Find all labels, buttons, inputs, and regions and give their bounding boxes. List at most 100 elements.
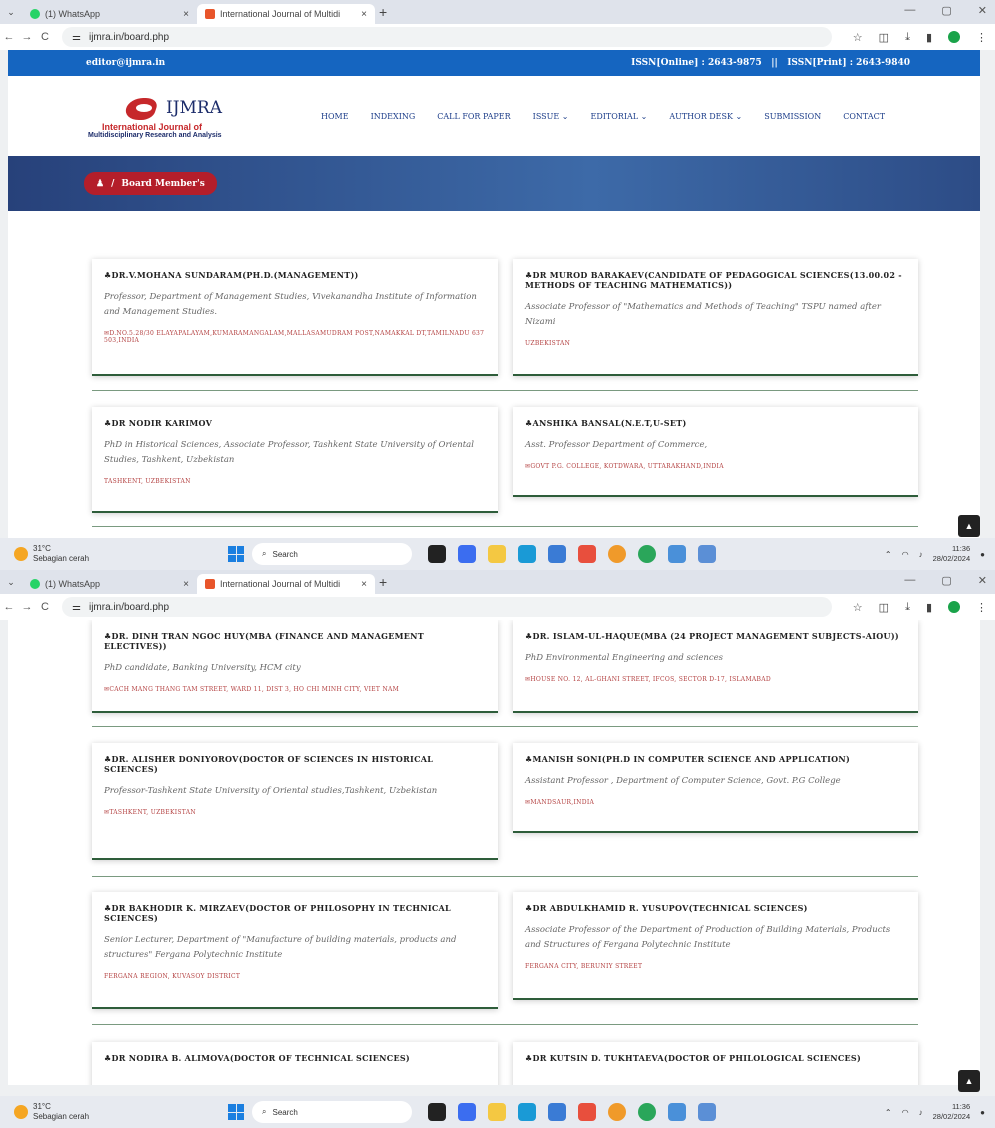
nav-editorial[interactable]: EDITORIAL ⌄ [590,112,647,121]
app-icon[interactable] [578,545,596,563]
close-icon[interactable]: × [183,9,189,20]
maximize-icon[interactable]: ▢ [941,574,951,587]
minimize-icon[interactable]: — [904,574,915,587]
new-tab-button[interactable]: + [379,4,387,20]
nav-submission[interactable]: SUBMISSION [764,112,821,121]
weather-widget[interactable]: 31°C Sebagian cerah [0,1102,200,1121]
row-divider [92,526,918,527]
store-icon[interactable] [548,545,566,563]
windows-start-icon[interactable] [228,546,244,562]
extensions-icon[interactable]: ◫ [879,601,889,614]
nav-call-for-paper[interactable]: CALL FOR PAPER [437,112,510,121]
site-info-icon[interactable]: ⚌ [72,602,81,613]
tray-chevron-icon[interactable]: ⌃ [885,1108,892,1117]
member-name: ♣Dr. Dinh Tran Ngoc Huy(MBA (Finance and… [104,631,425,651]
profile-icon[interactable] [948,31,960,43]
app-icon[interactable] [698,545,716,563]
edge-icon[interactable] [518,1103,536,1121]
maximize-icon[interactable]: ▢ [941,4,951,17]
app-icon[interactable] [578,1103,596,1121]
extensions-icon[interactable]: ◫ [879,31,889,44]
chrome-profile-icon[interactable] [638,545,656,563]
close-window-icon[interactable]: ✕ [978,574,987,587]
tab-ijmra[interactable]: International Journal of Multidi × [197,574,375,594]
sidebar-icon[interactable]: ▮ [926,601,932,614]
clock[interactable]: 11:36 28/02/2024 [933,544,971,564]
site-info-icon[interactable]: ⚌ [72,32,81,43]
scroll-top-button[interactable]: ▲ [958,515,980,537]
back-icon[interactable]: ← [0,601,18,613]
page-banner: ♟ / Board Member's [8,156,980,211]
taskbar-search[interactable]: ⌕ Search [252,1101,412,1123]
store-icon[interactable] [548,1103,566,1121]
tab-search-icon[interactable]: ⌄ [0,577,22,588]
tab-ijmra[interactable]: International Journal of Multidi × [197,4,375,24]
site-logo[interactable]: IJMRA International Journal of Multidisc… [88,94,293,139]
forward-icon[interactable]: → [18,601,36,613]
member-role: Associate Professor of "Mathematics and … [525,302,881,327]
menu-icon[interactable]: ⋮ [976,31,987,44]
minimize-icon[interactable]: — [904,4,915,17]
download-icon[interactable]: ⤓ [905,31,910,44]
profile-icon[interactable] [948,601,960,613]
chrome-icon[interactable] [608,545,626,563]
url-field[interactable]: ⚌ ijmra.in/board.php [62,27,832,47]
notification-icon[interactable]: ● [980,1108,985,1117]
new-tab-button[interactable]: + [379,574,387,590]
nav-indexing[interactable]: INDEXING [371,112,416,121]
task-view-icon[interactable] [428,1103,446,1121]
member-location: ✉Cach Mang Thang Tam Street, Ward 11, Di… [104,685,400,693]
edge-icon[interactable] [518,545,536,563]
nav-issue[interactable]: ISSUE ⌄ [533,112,569,121]
close-icon[interactable]: × [361,579,367,590]
chat-icon[interactable] [458,1103,476,1121]
reload-icon[interactable]: C [36,31,54,43]
tab-whatsapp[interactable]: (1) WhatsApp × [22,574,197,594]
file-explorer-icon[interactable] [488,545,506,563]
member-role: Professor, Department of Management Stud… [104,292,477,317]
chat-icon[interactable] [458,545,476,563]
issn-info: ISSN[Online] : 2643-9875 || ISSN[Print] … [631,58,910,68]
url-field[interactable]: ⚌ ijmra.in/board.php [62,597,832,617]
weather-widget[interactable]: 31°C Sebagian cerah [0,544,200,563]
taskbar-search[interactable]: ⌕ Search [252,543,412,565]
task-view-icon[interactable] [428,545,446,563]
photos-icon[interactable] [668,1103,686,1121]
bookmark-star-icon[interactable]: ☆ [853,31,863,44]
file-explorer-icon[interactable] [488,1103,506,1121]
nav-author-desk[interactable]: AUTHOR DESK ⌄ [669,112,742,121]
chrome-profile-icon[interactable] [638,1103,656,1121]
tab-search-icon[interactable]: ⌄ [0,7,22,18]
menu-icon[interactable]: ⋮ [976,601,987,614]
row-divider [92,726,918,727]
forward-icon[interactable]: → [18,31,36,43]
member-card: ♣Dr Murod Barakaev(Candidate of Pedagogi… [513,259,918,376]
wifi-icon[interactable]: ◠ [902,550,909,559]
photos-icon[interactable] [668,545,686,563]
sidebar-icon[interactable]: ▮ [926,31,932,44]
notification-icon[interactable]: ● [980,550,985,559]
tray-chevron-icon[interactable]: ⌃ [885,550,892,559]
scroll-top-button[interactable]: ▲ [958,1070,980,1092]
close-icon[interactable]: × [361,9,367,20]
tab-whatsapp[interactable]: (1) WhatsApp × [22,4,197,24]
member-card: ♣Dr Kutsin D. Tukhtaeva(Doctor of Philol… [513,1042,918,1085]
member-name: ♣Dr.V.Mohana Sundaram(Ph.D.(Management)) [104,270,359,280]
nav-home[interactable]: HOME [321,112,349,121]
email-link[interactable]: editor@ijmra.in [86,58,165,68]
clock[interactable]: 11:36 28/02/2024 [933,1102,971,1122]
windows-start-icon[interactable] [228,1104,244,1120]
nav-contact[interactable]: CONTACT [843,112,885,121]
back-icon[interactable]: ← [0,31,18,43]
bookmark-star-icon[interactable]: ☆ [853,601,863,614]
download-icon[interactable]: ⤓ [905,601,910,614]
member-name: ♣Dr. Alisher Doniyorov(Doctor of Science… [104,754,434,774]
reload-icon[interactable]: C [36,601,54,613]
volume-icon[interactable]: ♪ [919,1108,923,1117]
close-window-icon[interactable]: ✕ [978,4,987,17]
chrome-icon[interactable] [608,1103,626,1121]
wifi-icon[interactable]: ◠ [902,1108,909,1117]
app-icon[interactable] [698,1103,716,1121]
close-icon[interactable]: × [183,579,189,590]
volume-icon[interactable]: ♪ [919,550,923,559]
